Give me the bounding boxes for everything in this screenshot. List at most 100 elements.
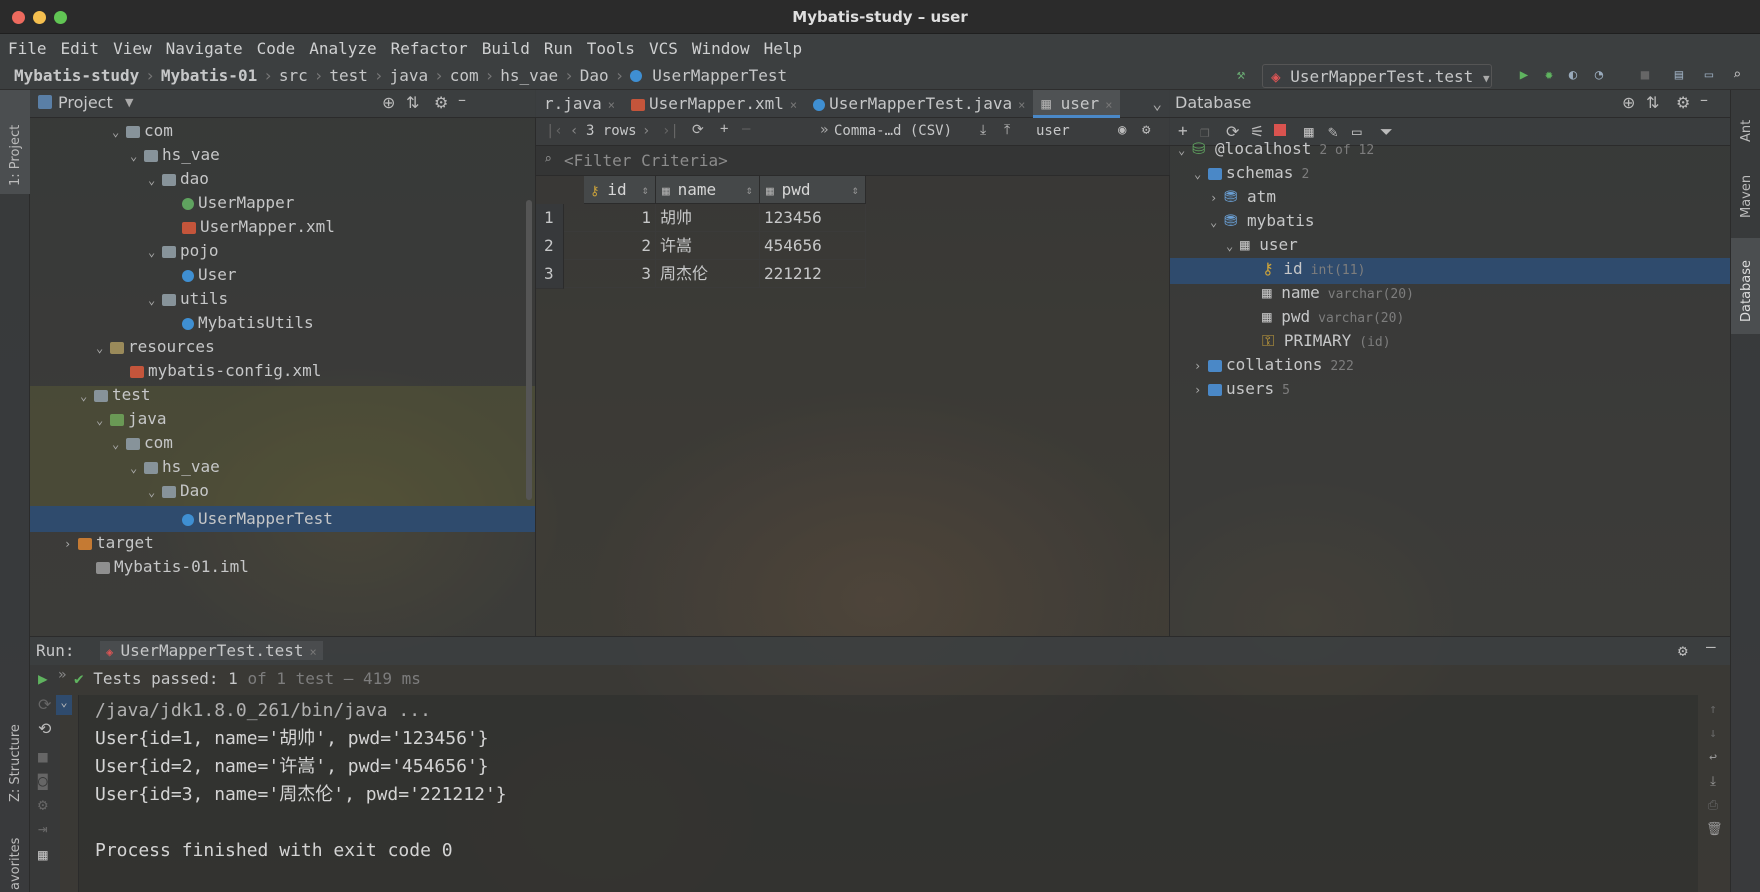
menu-build[interactable]: Build [482,39,530,58]
chevron-down-icon[interactable]: ⌄ [148,287,162,313]
add-row-icon[interactable]: + [720,121,728,137]
close-icon[interactable]: × [1018,98,1025,112]
tree-node[interactable]: Mybatis-01.iml [96,554,249,580]
next-page-icon[interactable]: › [642,123,650,139]
db-node-users[interactable]: › users 5 [1194,376,1290,402]
db-node-schemas[interactable]: ⌄ schemas 2 [1194,160,1309,186]
db-column-pwd[interactable]: ▦ pwd varchar(20) [1262,304,1404,330]
chevron-down-icon[interactable]: ⌄ [1210,209,1224,235]
tree-node[interactable]: ⌄ Dao [148,478,209,504]
layout-icon[interactable]: ▭ [1700,66,1718,84]
db-column-name[interactable]: ▦ name varchar(20) [1262,280,1414,306]
run-tab[interactable]: ◈ UserMapperTest.test × [100,641,323,660]
gear-icon[interactable]: ⚙ [1678,641,1688,660]
view-icon[interactable]: ◉ [1118,122,1126,138]
layout-icon[interactable]: ▦ [38,845,48,864]
tree-node[interactable]: mybatis-config.xml [130,358,321,384]
upload-icon[interactable]: ⤒ [1004,122,1010,138]
chevron-down-icon[interactable]: ⌄ [148,167,162,193]
db-node-atm[interactable]: › ⛃ atm [1210,184,1276,210]
project-structure-icon[interactable]: ▤ [1670,66,1688,84]
cell-name[interactable]: 许嵩 [656,232,760,260]
export-format-select[interactable]: Comma-…d (CSV) [834,123,952,139]
cell-id[interactable]: 2 [564,232,656,260]
profile-icon[interactable]: ◔ [1590,66,1608,84]
tree-node[interactable]: User [182,262,237,288]
breadcrumb-item[interactable]: src [279,66,308,85]
cell-name[interactable]: 周杰伦 [656,260,760,288]
tool-window-database[interactable]: Database [1739,260,1754,322]
delete-row-icon[interactable]: – [742,121,750,137]
gear-icon[interactable]: ⚙ [1676,93,1690,112]
breadcrumb-item[interactable]: Dao [580,66,609,85]
chevron-down-icon[interactable]: ⌄ [130,143,144,169]
cell-pwd[interactable]: 221212 [760,260,866,288]
refresh-icon[interactable]: ⟳ [692,122,704,138]
breadcrumb-item[interactable]: hs_vae [500,66,558,85]
hide-panel-icon[interactable]: – [1700,90,1708,109]
db-node-collations[interactable]: › collations 222 [1194,352,1354,378]
sort-icon[interactable]: ⇕ [852,176,859,204]
table-row[interactable]: 1 1 胡帅 123456 [536,204,866,233]
build-hammer-icon[interactable]: ⚒ [1232,66,1250,84]
breadcrumb-item[interactable]: Mybatis-01 [161,66,257,85]
db-column-id[interactable]: ⚷ id int(11) [1262,256,1365,282]
tool-window-favorites[interactable]: avorites [8,838,23,890]
collapse-all-icon[interactable]: ⇅ [1646,93,1659,112]
scroll-down-icon[interactable]: ↓ [1706,727,1720,741]
tool-window-project[interactable]: 1: Project [8,125,23,186]
menu-run[interactable]: Run [544,39,573,58]
close-icon[interactable]: × [790,98,797,112]
rows-count-select[interactable]: 3 rows [586,123,637,139]
scroll-up-icon[interactable]: ↑ [1706,703,1720,717]
db-node-localhost[interactable]: ⌄ ⛁ @localhost 2 of 12 [1178,136,1374,162]
debug-icon[interactable]: ✹ [1540,66,1558,84]
menu-code[interactable]: Code [257,39,296,58]
chevron-down-icon[interactable]: ⌄ [96,407,110,433]
sort-icon[interactable]: ⇕ [746,176,753,204]
print-icon[interactable]: ⎙ [1706,799,1720,813]
menu-view[interactable]: View [113,39,152,58]
close-icon[interactable]: × [309,645,316,659]
search-everywhere-icon[interactable]: ⌕ [1728,66,1746,84]
hide-panel-icon[interactable]: – [458,90,466,109]
console-output[interactable]: /java/jdk1.8.0_261/bin/java ... User{id=… [78,695,1698,892]
tree-node[interactable]: ⌄ hs_vae [130,142,220,168]
trash-icon[interactable]: 🗑 [1706,823,1723,837]
chevron-down-icon[interactable]: ⌄ [1226,233,1240,259]
db-index-primary[interactable]: ⚿ PRIMARY (id) [1262,328,1391,354]
tree-node[interactable]: ⌄ resources [96,334,215,360]
tree-node[interactable]: ⌄ com [112,430,173,456]
sort-icon[interactable]: ⇕ [642,176,649,204]
stop-icon[interactable]: ■ [38,747,48,766]
breadcrumb-item[interactable]: UserMapperTest [652,66,787,85]
chevron-down-icon[interactable]: ⌄ [1194,161,1208,187]
breadcrumb-item[interactable]: test [329,66,368,85]
menu-window[interactable]: Window [692,39,750,58]
run-configuration-select[interactable]: ◈ UserMapperTest.test ▼ [1262,64,1492,88]
menu-file[interactable]: File [8,39,47,58]
screenshot-icon[interactable]: ◙ [38,771,48,790]
tree-node[interactable]: UserMapper [182,190,294,216]
soft-wrap-icon[interactable]: ↩ [1706,751,1720,765]
tab-r-java[interactable]: r.java × [536,90,623,118]
table-row[interactable]: 3 3 周杰伦 221212 [536,260,866,289]
chevron-down-icon[interactable]: ⌄ [148,239,162,265]
tree-node[interactable]: UserMapper.xml [182,214,335,240]
filter-icon[interactable]: ⏷ [1380,122,1393,142]
tree-node[interactable]: ⌄ utils [148,286,228,312]
chevron-down-icon[interactable]: ⌄ [56,695,72,715]
tree-node[interactable]: ⌄ java [96,406,167,432]
export-icon[interactable]: ⤓ [980,122,986,138]
rerun-failed-icon[interactable]: ⟳ [38,695,51,714]
tree-node[interactable]: ⌄ dao [148,166,209,192]
tool-window-maven[interactable]: Maven [1739,175,1754,218]
menu-vcs[interactable]: VCS [649,39,678,58]
first-page-icon[interactable]: |‹ [546,123,563,139]
gear-icon[interactable]: ⚙ [1142,122,1150,138]
breadcrumb-item[interactable]: java [390,66,429,85]
menu-analyze[interactable]: Analyze [309,39,376,58]
more-icon[interactable]: » [820,122,828,138]
column-header-id[interactable]: ⚷ id ⇕ [584,176,656,204]
toggle-auto-test-icon[interactable]: ⟲ [38,719,51,738]
